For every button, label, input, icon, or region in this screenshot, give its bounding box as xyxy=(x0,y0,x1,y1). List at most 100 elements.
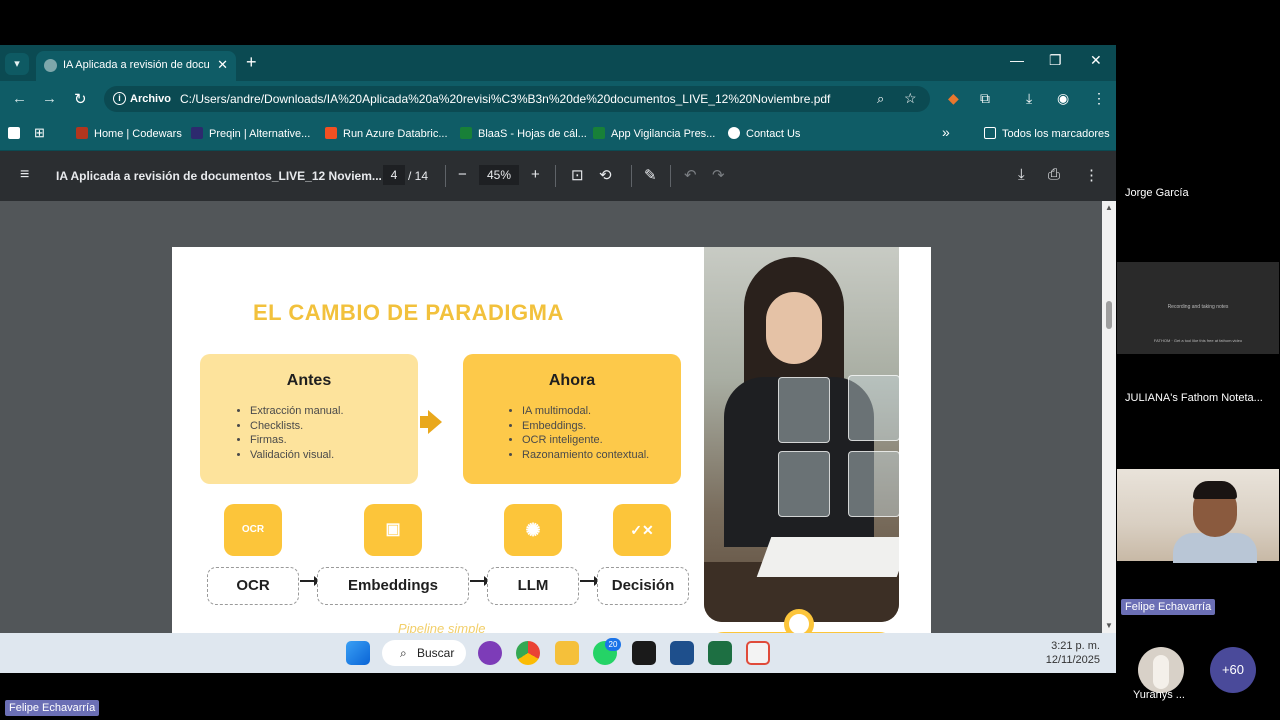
search-icon: ⌕ xyxy=(400,646,407,660)
photo-hologram-panel xyxy=(778,377,830,443)
bookmark-azure-databricks[interactable]: Run Azure Databric... xyxy=(325,127,448,140)
tab-pdf[interactable]: IA Aplicada a revisión de docum ✕ xyxy=(36,51,236,81)
system-clock[interactable]: 3:21 p. m. 12/11/2025 xyxy=(1046,639,1100,667)
presenter-name-tag: Felipe Echavarría xyxy=(5,700,100,716)
bookmark-blaas[interactable]: BlaaS - Hojas de cál... xyxy=(460,127,587,140)
excel-icon[interactable] xyxy=(708,641,732,665)
recording-text: Recording and taking notes xyxy=(1167,304,1229,310)
maximize-button[interactable]: ❐ xyxy=(1049,52,1062,69)
print-icon[interactable]: ⎙ xyxy=(1048,166,1060,183)
address-bar[interactable]: i Archivo C:/Users/andre/Downloads/IA%20… xyxy=(104,86,930,112)
back-icon[interactable]: ← xyxy=(12,90,27,107)
page-number-input[interactable]: 4 xyxy=(383,165,405,185)
download-icon[interactable]: ⤓ xyxy=(1026,90,1032,107)
chrome-icon[interactable] xyxy=(516,641,540,665)
participant-video-tile[interactable] xyxy=(1117,469,1279,563)
download-pdf-icon[interactable]: ⤓ xyxy=(1018,166,1025,183)
zoom-icon[interactable]: ⌕ xyxy=(877,91,884,107)
bookmark-folder-square-icon[interactable] xyxy=(8,127,26,140)
tab-search-button[interactable]: ▾ xyxy=(5,53,29,75)
avatar-person xyxy=(1153,655,1169,689)
scroll-up-icon[interactable]: ▲ xyxy=(1105,203,1113,212)
app-icon[interactable] xyxy=(746,641,770,665)
photo-hologram-panel xyxy=(848,451,899,517)
pdf-title: IA Aplicada a revisión de documentos_LIV… xyxy=(56,169,382,183)
file-explorer-icon[interactable] xyxy=(555,641,579,665)
woman-reviewing-documents-image xyxy=(704,247,899,622)
brain-chip-icon: ✺ xyxy=(504,504,562,556)
photo-hologram-panel xyxy=(848,375,899,441)
zoom-out-button[interactable]: − xyxy=(458,166,467,183)
scroll-down-icon[interactable]: ▼ xyxy=(1105,621,1113,630)
folder-icon xyxy=(984,127,996,139)
bookmark-codewars[interactable]: Home | Codewars xyxy=(76,127,182,140)
after-list: IA multimodal. Embeddings. OCR inteligen… xyxy=(522,404,649,462)
forward-icon[interactable]: → xyxy=(42,90,57,107)
pdf-viewer[interactable]: EL CAMBIO DE PARADIGMA Antes Extracción … xyxy=(0,201,1116,633)
new-tab-button[interactable]: + xyxy=(246,52,257,73)
metamask-extension-icon[interactable]: ◆ xyxy=(948,90,959,107)
all-bookmarks-folder[interactable]: Todos los marcadores xyxy=(984,127,1110,140)
check-decision-icon: ✓✕ xyxy=(613,504,671,556)
zoom-input[interactable]: 45% xyxy=(479,165,519,185)
rotate-icon[interactable]: ⟲ xyxy=(599,166,612,184)
notes-app-icon[interactable] xyxy=(632,641,656,665)
arrow-stem xyxy=(420,416,428,428)
taskbar-search[interactable]: ⌕ Buscar xyxy=(382,640,466,666)
close-tab-button[interactable]: ✕ xyxy=(217,57,228,73)
reload-icon[interactable]: ↻ xyxy=(74,90,87,108)
scrollbar-thumb[interactable] xyxy=(1106,301,1112,329)
divider xyxy=(445,165,446,187)
pipeline-arrow xyxy=(580,576,600,586)
profile-avatar-icon[interactable]: ◉ xyxy=(1057,90,1069,107)
bookmark-preqin[interactable]: Preqin | Alternative... xyxy=(191,127,310,140)
photo-hologram-panel xyxy=(778,451,830,517)
participant-avatar[interactable] xyxy=(1138,647,1184,693)
minimize-button[interactable]: — xyxy=(1010,52,1024,68)
participant-name-tag: Felipe Echavarría xyxy=(1121,599,1216,615)
windows-start-icon[interactable] xyxy=(346,641,370,665)
extensions-icon[interactable]: ⧉ xyxy=(980,90,990,107)
menu-icon[interactable]: ≡ xyxy=(20,166,29,184)
ocr-document-icon: OCR xyxy=(224,504,282,556)
bookmarks-overflow-button[interactable]: » xyxy=(942,124,950,140)
bookmark-label: BlaaS - Hojas de cál... xyxy=(478,128,587,140)
info-icon[interactable]: i xyxy=(113,92,126,105)
bookmark-app-vigilancia[interactable]: App Vigilancia Pres... xyxy=(593,127,715,140)
decorative-dot xyxy=(784,609,814,633)
url-text[interactable]: C:/Users/andre/Downloads/IA%20Aplicada%2… xyxy=(180,92,830,106)
apps-grid-icon[interactable]: ⊞ xyxy=(34,125,45,141)
video-person-shirt xyxy=(1173,533,1257,563)
video-person-hair xyxy=(1193,481,1237,499)
before-heading: Antes xyxy=(286,372,332,389)
recording-footer: FATHOM · Get a tool like this free at fa… xyxy=(1153,338,1243,343)
close-window-button[interactable]: ✕ xyxy=(1090,52,1102,69)
page-total: / 14 xyxy=(408,169,429,183)
undo-icon[interactable]: ↶ xyxy=(684,166,697,184)
podcast-app-icon[interactable] xyxy=(478,641,502,665)
photo-paper xyxy=(756,537,899,577)
bookmark-contact-us[interactable]: Contact Us xyxy=(728,127,800,140)
vertical-scrollbar[interactable]: ▲ ▼ xyxy=(1102,201,1116,633)
pipeline-caption: Pipeline simple xyxy=(398,621,486,633)
pipeline-step-embeddings: Embeddings xyxy=(317,567,469,605)
pipeline-arrow xyxy=(470,576,490,586)
list-item: IA multimodal. xyxy=(522,404,649,419)
bookmark-star-icon[interactable]: ☆ xyxy=(904,90,917,107)
more-menu-icon[interactable]: ⋮ xyxy=(1092,90,1106,107)
zoom-in-button[interactable]: + xyxy=(531,166,540,183)
more-participants-button[interactable]: +60 xyxy=(1210,647,1256,693)
annotate-pen-icon[interactable]: ✎ xyxy=(644,166,657,184)
more-actions-icon[interactable]: ⋮ xyxy=(1084,166,1099,184)
whatsapp-badge: 20 xyxy=(605,638,621,651)
clock-time: 3:21 p. m. xyxy=(1051,640,1100,652)
vpn-app-icon[interactable] xyxy=(670,641,694,665)
slide-page: EL CAMBIO DE PARADIGMA Antes Extracción … xyxy=(172,247,931,633)
pipeline-step-llm: LLM xyxy=(487,567,579,605)
fit-page-icon[interactable]: ⊡ xyxy=(571,166,584,184)
bookmark-label: Contact Us xyxy=(746,128,801,140)
fathom-notetaker-tile[interactable]: Recording and taking notes FATHOM · Get … xyxy=(1117,262,1279,354)
list-item: Extracción manual. xyxy=(250,404,344,419)
pipeline-step-decision: Decisión xyxy=(597,567,689,605)
redo-icon[interactable]: ↷ xyxy=(712,166,725,184)
